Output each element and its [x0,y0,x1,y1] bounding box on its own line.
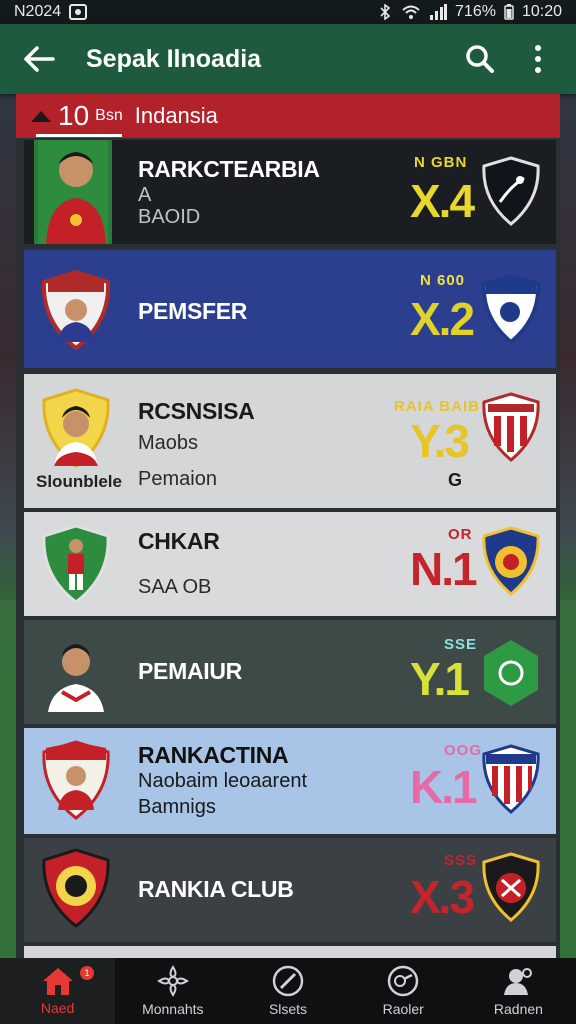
row-score: X.4 [410,175,475,227]
page-title: Sepak Ilnoadia [86,44,262,73]
nav-label: Monnahts [142,1001,204,1017]
club-crest-icon [480,638,542,708]
row-name: PEMSFER [138,298,248,324]
nav-item-monnahts[interactable]: Monnahts [115,958,230,1024]
nav-label: Naed [40,1000,75,1016]
club-crest-icon [480,273,542,345]
player-photo [40,848,112,928]
row-tag: N 600 [420,272,466,289]
home-icon [42,968,73,995]
club-crest-icon [480,392,542,462]
row-tag: N GBN [414,154,468,171]
status-bar: N2024 716% 10:20 [0,0,576,24]
header-underline [36,134,122,137]
row-name: PEMAIUR [138,658,242,684]
row-sublabel: Slounblele [36,472,122,491]
list-item[interactable]: RANKIA CLUB SSS X.3 [24,838,556,942]
row-name: CHKAR [138,528,220,554]
signal-icon [429,4,448,20]
player-photo [40,388,112,468]
battery-icon [504,4,514,20]
nav-label: Raoler [382,1001,424,1017]
player-photo [34,140,112,244]
club-crest-icon [480,156,542,226]
row-score: N.1 [410,543,478,595]
back-arrow-icon [24,46,55,72]
row-score: X.2 [410,293,475,345]
row-name: RANKIA CLUB [138,876,294,902]
compass-icon [272,965,304,997]
nav-label: Radnen [493,1001,543,1017]
player-photo [40,269,112,351]
row-tag: SSS [444,852,478,869]
app-bar: Sepak Ilnoadia [0,24,576,94]
wifi-icon [401,4,421,20]
row-name: RCSNSISA [138,398,255,424]
list-item[interactable]: RANKACTINA Naobaim leoaarent Bamnigs OOG… [24,728,556,834]
row-line2: SAA OB [138,576,212,598]
header-rank: 10 [58,100,90,131]
more-vertical-icon [535,45,541,73]
notification-badge: 1 [80,966,94,980]
row-name: RARKCTEARBIA [138,156,320,182]
row-line1: Naobaim leoaarent [138,770,307,792]
row-line2: Bamnigs [138,796,216,818]
back-button[interactable] [20,40,58,78]
ranking-list[interactable]: 10 Bsn Indansia RARKCTEARBIA A BAOID N G… [16,94,560,958]
status-left-text: N2024 [14,3,62,20]
list-item[interactable]: PEMAIUR SSE Y.1 [24,620,556,724]
list-item-partial[interactable] [24,946,556,958]
list-item[interactable]: PEMSFER N 600 X.2 [24,250,556,368]
nav-item-home[interactable]: 1 Naed [0,958,116,1024]
whistle-icon [387,965,419,997]
nav-item-slsets[interactable]: Slsets [230,958,345,1024]
bottom-navigation: 1 Naed Monnahts Slsets Raoler Radnen [0,958,576,1024]
row-name: RANKACTINA [138,742,289,768]
row-extra: G [448,470,463,490]
more-options-button[interactable] [516,37,560,81]
row-tag: OR [448,526,473,543]
time-text: 10:20 [521,3,562,20]
row-line2: BAOID [138,206,201,228]
player-photo [40,632,112,712]
player-photo [40,524,112,604]
search-icon [466,45,494,73]
row-score: Y.1 [410,653,470,705]
club-crest-icon [480,852,542,922]
bluetooth-icon [377,4,393,20]
search-button[interactable] [458,37,502,81]
header-title: Indansia [134,103,218,128]
row-tag: OOG [444,742,483,759]
club-crest-icon [480,744,542,814]
list-item[interactable]: RARKCTEARBIA A BAOID N GBN X.4 [24,140,556,244]
flower-icon [156,965,189,997]
player-photo [40,740,112,820]
nav-item-radnen[interactable]: Radnen [461,958,576,1024]
notification-icon [69,4,88,20]
row-tag: RAIA BAIB [394,398,480,415]
nav-label: Slsets [268,1001,308,1017]
battery-text: 716% [455,3,496,20]
user-icon [504,968,533,995]
list-item[interactable]: CHKAR SAA OB OR N.1 [24,512,556,616]
header-sub: Bsn [95,107,123,124]
row-score: X.3 [410,871,475,923]
list-header: 10 Bsn Indansia [16,94,560,138]
row-line1: Maobs [138,432,199,454]
header-flag-icon [31,111,51,122]
row-line1: A [138,184,152,206]
row-tag: SSE [444,636,478,653]
row-line2: Pemaion [138,468,217,490]
row-score: K.1 [410,761,478,813]
club-crest-icon [480,526,542,596]
nav-item-raoler[interactable]: Raoler [346,958,461,1024]
row-score: Y.3 [410,415,470,467]
list-item[interactable]: Slounblele RCSNSISA Maobs Pemaion RAIA B… [24,374,556,508]
